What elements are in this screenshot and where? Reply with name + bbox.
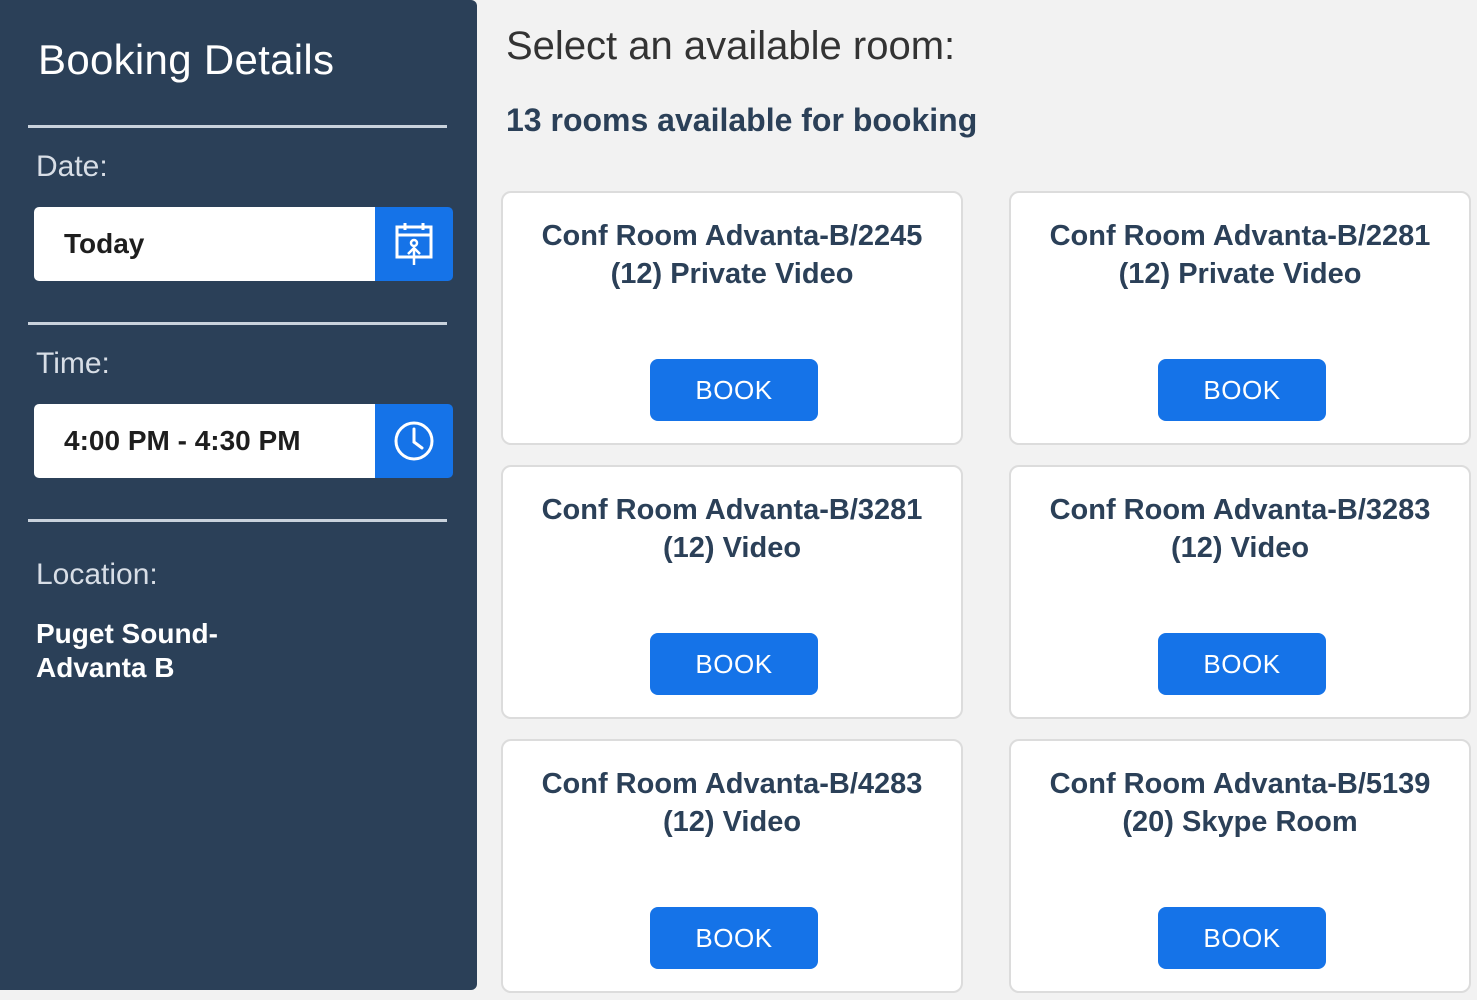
divider — [28, 519, 447, 522]
location-line: Puget Sound- — [36, 618, 218, 649]
book-button[interactable]: BOOK — [1158, 907, 1326, 969]
room-detail: (12) Video — [662, 806, 802, 838]
room-card: Conf Room Advanta-B/4283 (12) Video BOOK — [501, 739, 963, 993]
book-button[interactable]: BOOK — [650, 633, 818, 695]
booking-page: Booking Details Date: Today Time: 4:00 P… — [0, 0, 1477, 1000]
location-line: Advanta B — [36, 652, 175, 683]
room-detail: (20) Skype Room — [1122, 806, 1358, 838]
book-button[interactable]: BOOK — [1158, 359, 1326, 421]
room-detail: (12) Video — [662, 532, 802, 564]
book-button[interactable]: BOOK — [650, 359, 818, 421]
room-card: Conf Room Advanta-B/3283 (12) Video BOOK — [1009, 465, 1471, 719]
room-name: Conf Room Advanta-B/2281 — [1049, 220, 1431, 252]
booking-details-panel: Booking Details Date: Today Time: 4:00 P… — [0, 0, 477, 990]
divider — [28, 125, 447, 128]
panel-title: Booking Details — [38, 36, 335, 83]
room-name: Conf Room Advanta-B/3281 — [541, 494, 923, 526]
date-input[interactable]: Today — [34, 207, 375, 281]
room-title: Conf Room Advanta-B/3283 (12) Video — [1011, 491, 1469, 567]
room-name: Conf Room Advanta-B/3283 — [1049, 494, 1431, 526]
location-value: Puget Sound- Advanta B — [36, 617, 256, 685]
time-label: Time: — [36, 347, 110, 380]
location-label: Location: — [36, 558, 158, 591]
time-input[interactable]: 4:00 PM - 4:30 PM — [34, 404, 375, 478]
room-detail: (12) Video — [1170, 532, 1310, 564]
date-field: Today — [34, 207, 453, 281]
room-card: Conf Room Advanta-B/3281 (12) Video BOOK — [501, 465, 963, 719]
time-picker-button[interactable] — [375, 404, 453, 478]
calendar-icon — [395, 223, 433, 265]
room-title: Conf Room Advanta-B/3281 (12) Video — [503, 491, 961, 567]
room-name: Conf Room Advanta-B/4283 — [541, 768, 923, 800]
room-card: Conf Room Advanta-B/2245 (12) Private Vi… — [501, 191, 963, 445]
divider — [28, 322, 447, 325]
room-title: Conf Room Advanta-B/4283 (12) Video — [503, 765, 961, 841]
room-card: Conf Room Advanta-B/5139 (20) Skype Room… — [1009, 739, 1471, 993]
room-title: Conf Room Advanta-B/2281 (12) Private Vi… — [1011, 217, 1469, 293]
date-picker-button[interactable] — [375, 207, 453, 281]
room-detail: (12) Private Video — [610, 258, 854, 290]
clock-icon — [394, 421, 434, 461]
room-detail: (12) Private Video — [1118, 258, 1362, 290]
page-title: Select an available room: — [506, 24, 956, 68]
rooms-available-count: 13 rooms available for booking — [506, 102, 978, 138]
room-card: Conf Room Advanta-B/2281 (12) Private Vi… — [1009, 191, 1471, 445]
time-field: 4:00 PM - 4:30 PM — [34, 404, 453, 478]
room-title: Conf Room Advanta-B/2245 (12) Private Vi… — [503, 217, 961, 293]
room-name: Conf Room Advanta-B/5139 — [1049, 768, 1431, 800]
book-button[interactable]: BOOK — [1158, 633, 1326, 695]
room-title: Conf Room Advanta-B/5139 (20) Skype Room — [1011, 765, 1469, 841]
date-label: Date: — [36, 150, 108, 183]
book-button[interactable]: BOOK — [650, 907, 818, 969]
room-name: Conf Room Advanta-B/2245 — [541, 220, 923, 252]
